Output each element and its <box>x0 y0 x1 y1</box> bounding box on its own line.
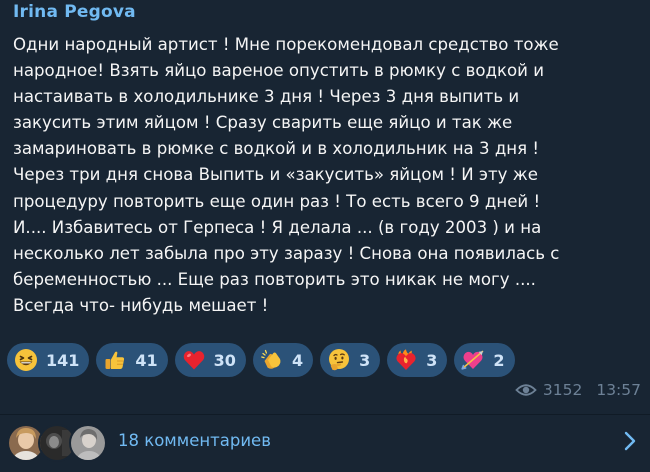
reaction-thumbs-up[interactable]: 41 <box>96 343 168 377</box>
post-author[interactable]: Irina Pegova <box>13 2 136 22</box>
post-text-line: Всегда что- нибудь мешает ! <box>13 295 269 315</box>
avatar <box>69 424 107 462</box>
post-text-line: Через три дня снова Выпить и «закусить» … <box>13 165 538 185</box>
heart-on-fire-icon <box>396 349 416 370</box>
view-count: 3152 <box>542 381 583 399</box>
post-text-line: настаивать в холодильнике 3 дня ! Через … <box>13 87 520 107</box>
post-text-line: И.... Избавитесь от Герпеса ! Я делала .… <box>13 217 542 237</box>
reactions-bar: 141 41 30 4 3 3 2 <box>7 343 515 377</box>
post-text-line: процедуру повторить еще один раз ! То ес… <box>13 191 541 211</box>
thumbs-up-icon <box>105 351 125 369</box>
post-text-line: беременностью ... Еще раз повторить это … <box>13 269 536 289</box>
reaction-thinking[interactable]: 3 <box>320 343 381 377</box>
post-time: 13:57 <box>596 381 641 399</box>
reaction-count: 3 <box>426 350 438 370</box>
red-heart-icon <box>183 351 204 370</box>
reaction-heart-with-arrow[interactable]: 2 <box>454 343 515 377</box>
reaction-count: 4 <box>291 350 304 370</box>
commenter-avatars <box>7 424 107 462</box>
reaction-count: 2 <box>493 350 505 370</box>
eye-icon <box>515 384 537 396</box>
reaction-count: 41 <box>135 350 158 370</box>
post-text-line: закусить этим яйцом ! Сразу сварить еще … <box>13 113 513 133</box>
reaction-count: 30 <box>213 350 236 370</box>
post-text-line: несколько лет забыла про эту заразу ! Сн… <box>13 243 560 263</box>
comments-button[interactable]: 18 комментариев <box>0 415 650 472</box>
post-meta: 3152 13:57 <box>515 381 641 399</box>
heart-with-arrow-icon <box>461 350 484 370</box>
post-text-line: замариновать в рюмке с водкой и в холоди… <box>13 139 540 159</box>
reaction-count: 141 <box>46 350 80 370</box>
channel-post: Irina Pegova Одни народный артист ! Мне … <box>0 0 650 472</box>
reaction-heart-on-fire[interactable]: 3 <box>387 343 448 377</box>
reaction-clapping[interactable]: 4 <box>252 343 314 377</box>
post-text-line: Одни народный артист ! Мне порекомендова… <box>13 35 559 54</box>
chevron-right-icon <box>624 431 636 451</box>
post-text-line: народное! Взять яйцо вареное опустить в … <box>13 61 545 81</box>
reaction-red-heart[interactable]: 30 <box>174 343 246 377</box>
comments-count-label: 18 комментариев <box>118 431 271 450</box>
thinking-face-icon <box>329 349 350 371</box>
post-text: Одни народный артист ! Мне порекомендова… <box>13 32 643 319</box>
reaction-grinning[interactable]: 141 <box>7 343 90 377</box>
clapping-hands-icon <box>261 349 281 369</box>
grinning-face-icon <box>15 349 37 371</box>
reaction-count: 3 <box>359 350 371 370</box>
